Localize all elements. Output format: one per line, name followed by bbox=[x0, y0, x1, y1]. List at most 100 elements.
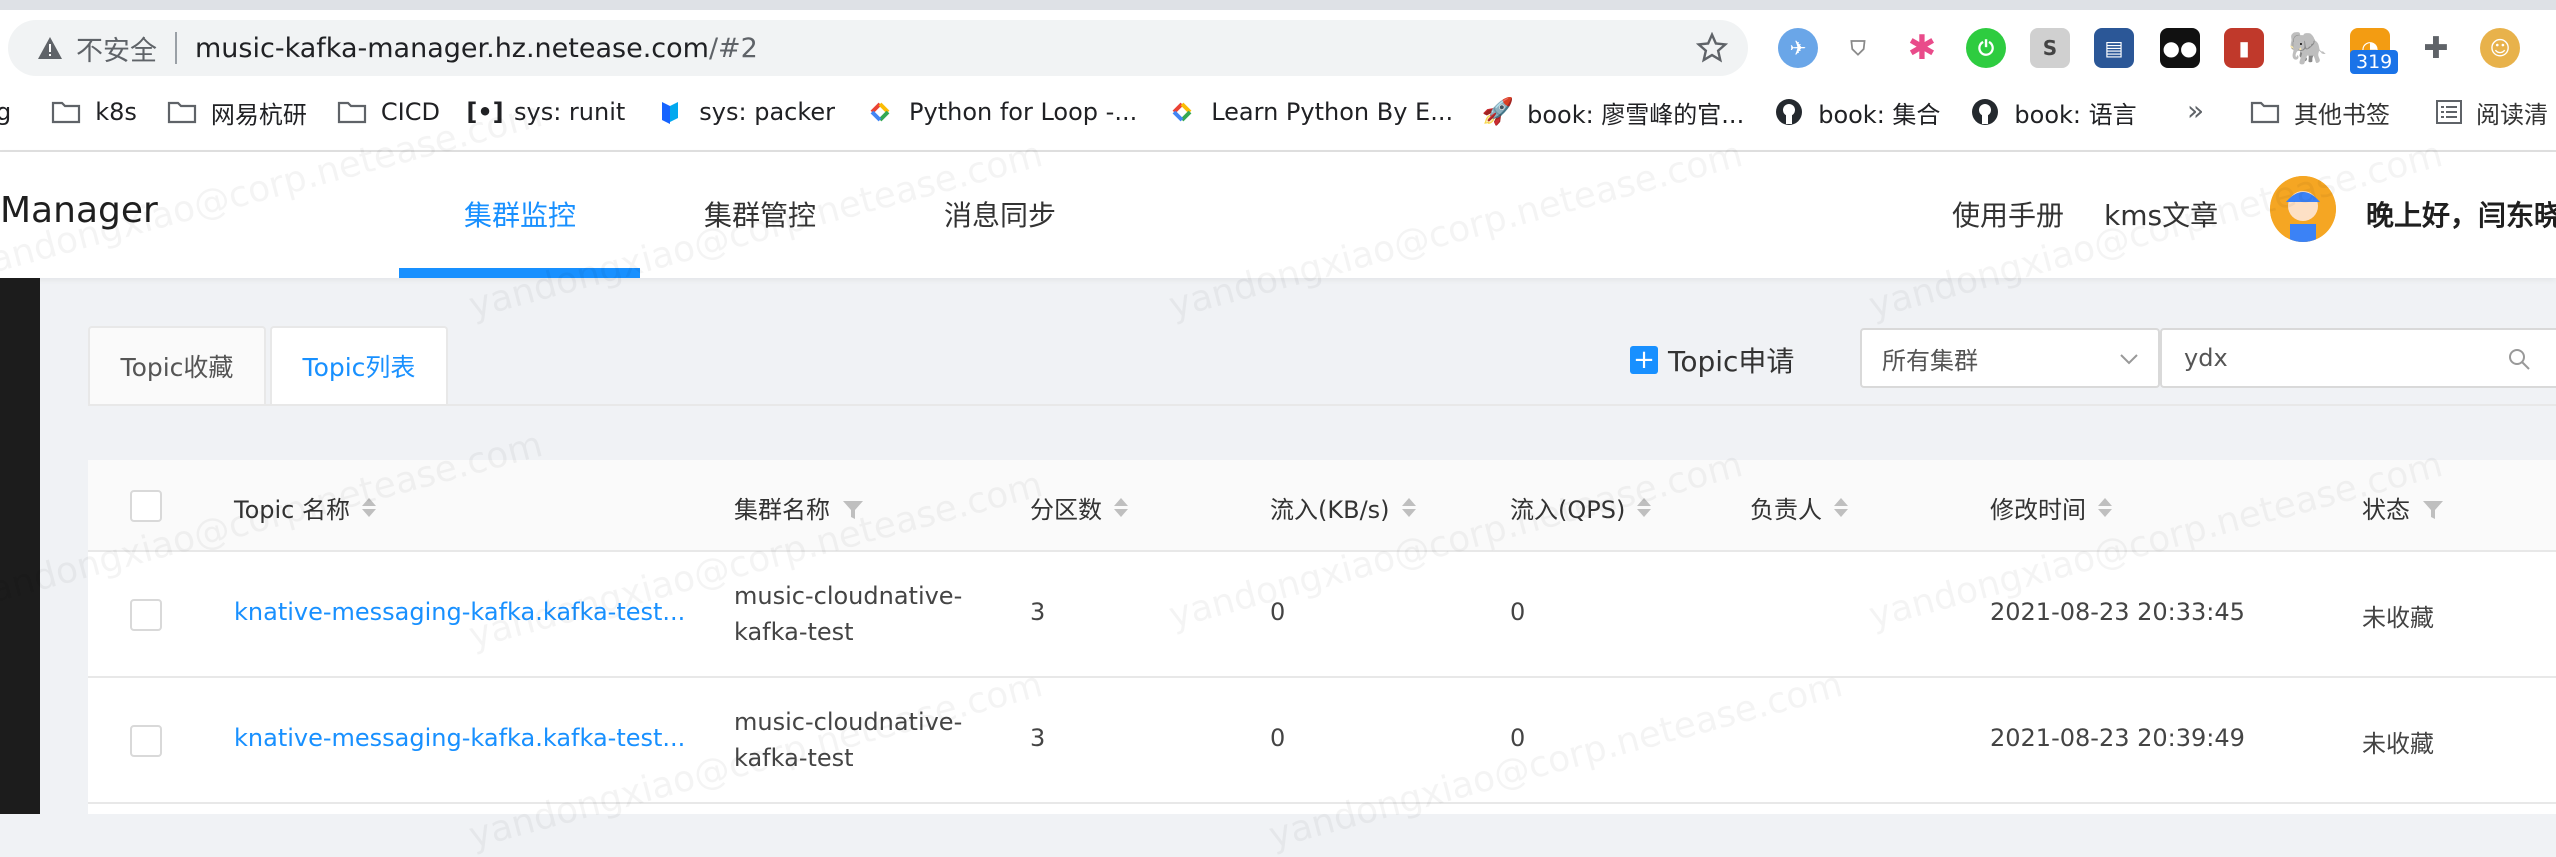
topic-link[interactable]: knative-messaging-kafka.kafka-test... bbox=[234, 724, 685, 752]
tab-topic-favorites[interactable]: Topic收藏 bbox=[88, 326, 266, 406]
bookmarks-bar: g k8s 网易杭研 CICD [•] sys: runit sys: pack… bbox=[0, 88, 2556, 136]
bookmark-k8s[interactable]: k8s bbox=[51, 98, 137, 126]
manual-link[interactable]: 使用手册 bbox=[1952, 194, 2064, 234]
col-inflow-qps[interactable]: 流入(QPS) bbox=[1510, 490, 1652, 525]
github-icon bbox=[1774, 99, 1804, 125]
extension-glasses-icon[interactable]: ●● bbox=[2160, 28, 2200, 68]
cluster-name: music-cloudnative-kafka-test bbox=[734, 708, 963, 772]
extension-s-icon[interactable]: S bbox=[2030, 28, 2070, 68]
insecure-label: 不安全 bbox=[76, 35, 157, 67]
search-icon[interactable] bbox=[2506, 346, 2532, 372]
table-row: knative-messaging-kafka.kafka-test... mu… bbox=[88, 552, 2556, 678]
sort-icon[interactable] bbox=[1834, 498, 1848, 517]
user-avatar[interactable] bbox=[2270, 176, 2336, 242]
packer-icon bbox=[655, 99, 685, 125]
reading-list[interactable]: 阅读清 bbox=[2436, 88, 2548, 136]
topic-link[interactable]: knative-messaging-kafka.kafka-test... bbox=[234, 598, 685, 626]
extension-badge: 319 bbox=[2350, 50, 2399, 74]
table-row: knative-messaging-kafka.kafka-test... mu… bbox=[88, 678, 2556, 804]
status-value: 未收藏 bbox=[2362, 604, 2434, 632]
chevron-down-icon bbox=[2118, 348, 2140, 370]
folder-icon bbox=[337, 99, 367, 125]
table-header: Topic 名称 集群名称 分区数 流入(KB/s) 流入(QPS) 负责人 修… bbox=[88, 460, 2556, 552]
runit-icon: [•] bbox=[466, 98, 504, 126]
bookmark-python-loop[interactable]: Python for Loop -... bbox=[865, 98, 1137, 126]
kms-link[interactable]: kms文章 bbox=[2104, 194, 2218, 234]
sort-icon[interactable] bbox=[1637, 498, 1652, 517]
google-icon bbox=[1167, 99, 1197, 125]
extension-shield-icon[interactable]: ⛉ bbox=[1838, 28, 1878, 68]
col-modified-time[interactable]: 修改时间 bbox=[1990, 490, 2112, 525]
github-icon bbox=[1970, 99, 2000, 125]
bookmark-hangyan[interactable]: 网易杭研 bbox=[167, 95, 307, 130]
folder-icon bbox=[2250, 100, 2280, 124]
active-nav-indicator bbox=[399, 268, 640, 278]
inflow-kbs-value: 0 bbox=[1270, 598, 1286, 626]
tab-topic-list[interactable]: Topic列表 bbox=[270, 326, 448, 406]
bookmark-partial[interactable]: g bbox=[0, 98, 11, 126]
nav-cluster-monitor[interactable]: 集群监控 bbox=[464, 194, 576, 234]
folder-icon bbox=[51, 99, 81, 125]
cluster-select[interactable]: 所有集群 bbox=[1860, 328, 2160, 388]
col-inflow-kbs[interactable]: 流入(KB/s) bbox=[1270, 490, 1416, 525]
extension-window-icon[interactable]: ▤ bbox=[2094, 28, 2134, 68]
profile-avatar-icon[interactable]: ☺ bbox=[2480, 28, 2520, 68]
extension-evernote-icon[interactable]: 🐘 bbox=[2288, 28, 2328, 68]
status-value: 未收藏 bbox=[2362, 730, 2434, 758]
modified-time-value: 2021-08-23 20:39:49 bbox=[1990, 724, 2245, 752]
greeting-text: 晚上好，闫东晓 bbox=[2366, 199, 2556, 232]
col-status[interactable]: 状态 bbox=[2362, 490, 2444, 525]
folder-icon bbox=[167, 99, 197, 125]
bookmark-runit[interactable]: [•] sys: runit bbox=[466, 98, 625, 126]
bookmark-star-icon[interactable] bbox=[1695, 31, 1729, 64]
cluster-name: music-cloudnative-kafka-test bbox=[734, 582, 963, 646]
select-all-checkbox[interactable] bbox=[130, 490, 162, 522]
bookmark-cicd[interactable]: CICD bbox=[337, 98, 440, 126]
row-checkbox[interactable] bbox=[130, 725, 162, 757]
app-header: Manager 集群监控 集群管控 消息同步 使用手册 kms文章 晚上好，闫东… bbox=[0, 152, 2556, 278]
extension-book-icon[interactable]: ▮ bbox=[2224, 28, 2264, 68]
sort-icon[interactable] bbox=[2098, 498, 2112, 517]
tab-strip bbox=[0, 0, 2556, 10]
warning-icon bbox=[34, 32, 66, 64]
filter-icon[interactable] bbox=[842, 498, 864, 519]
nav-message-sync[interactable]: 消息同步 bbox=[944, 194, 1056, 234]
partitions-value: 3 bbox=[1030, 598, 1046, 626]
extension-star-icon[interactable]: ✱ bbox=[1902, 28, 1942, 68]
bookmarks-more-icon[interactable]: » bbox=[2187, 94, 2204, 127]
sidebar-edge bbox=[0, 278, 40, 814]
filter-icon[interactable] bbox=[2422, 498, 2444, 519]
partitions-value: 3 bbox=[1030, 724, 1046, 752]
search-input[interactable]: ydx bbox=[2160, 328, 2556, 388]
extension-compass-icon[interactable]: ✈ bbox=[1778, 28, 1818, 68]
bookmark-liaoxuefeng[interactable]: 🚀 book: 廖雪峰的官... bbox=[1481, 95, 1744, 130]
col-topic-name[interactable]: Topic 名称 bbox=[234, 490, 376, 525]
extensions-puzzle-icon[interactable]: ✚ bbox=[2416, 28, 2456, 68]
url-text[interactable]: music-kafka-manager.hz.netease.com/#2 bbox=[195, 33, 758, 64]
inflow-qps-value: 0 bbox=[1510, 598, 1526, 626]
other-bookmarks[interactable]: 其他书签 bbox=[2250, 88, 2390, 136]
sort-icon[interactable] bbox=[1114, 498, 1128, 517]
col-cluster-name[interactable]: 集群名称 bbox=[734, 490, 864, 525]
plus-icon: + bbox=[1630, 346, 1658, 374]
reading-list-icon bbox=[2436, 100, 2462, 124]
bookmark-github-jihe[interactable]: book: 集合 bbox=[1774, 95, 1940, 130]
rocket-icon: 🚀 bbox=[1481, 97, 1515, 127]
topic-apply-button[interactable]: + Topic申请 bbox=[1630, 340, 1794, 380]
sort-icon[interactable] bbox=[362, 498, 376, 517]
app-brand: Manager bbox=[0, 190, 158, 231]
row-checkbox[interactable] bbox=[130, 599, 162, 631]
nav-cluster-control[interactable]: 集群管控 bbox=[704, 194, 816, 234]
bookmark-learn-python[interactable]: Learn Python By E... bbox=[1167, 98, 1453, 126]
col-owner[interactable]: 负责人 bbox=[1750, 490, 1848, 525]
extension-power-icon[interactable]: ⏻ bbox=[1966, 28, 2006, 68]
tabs-divider bbox=[88, 404, 2556, 406]
inflow-qps-value: 0 bbox=[1510, 724, 1526, 752]
bookmark-packer[interactable]: sys: packer bbox=[655, 98, 835, 126]
sort-icon[interactable] bbox=[1401, 498, 1416, 517]
omnibox-separator bbox=[175, 32, 177, 64]
bookmark-github-yuyan[interactable]: book: 语言 bbox=[1970, 95, 2137, 130]
google-icon bbox=[865, 99, 895, 125]
address-bar[interactable]: 不安全 music-kafka-manager.hz.netease.com/#… bbox=[8, 20, 1748, 76]
col-partitions[interactable]: 分区数 bbox=[1030, 490, 1128, 525]
